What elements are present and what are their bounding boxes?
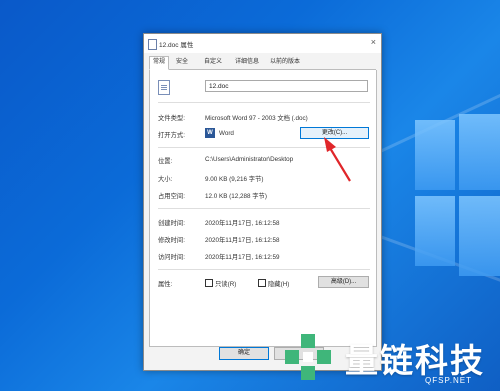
brand-logo-icon (285, 334, 331, 380)
brand-name: 量链科技 (345, 341, 485, 380)
brand-url: QFSP.NET (425, 376, 472, 385)
watermark: 量链科技 QFSP.NET (283, 328, 500, 391)
